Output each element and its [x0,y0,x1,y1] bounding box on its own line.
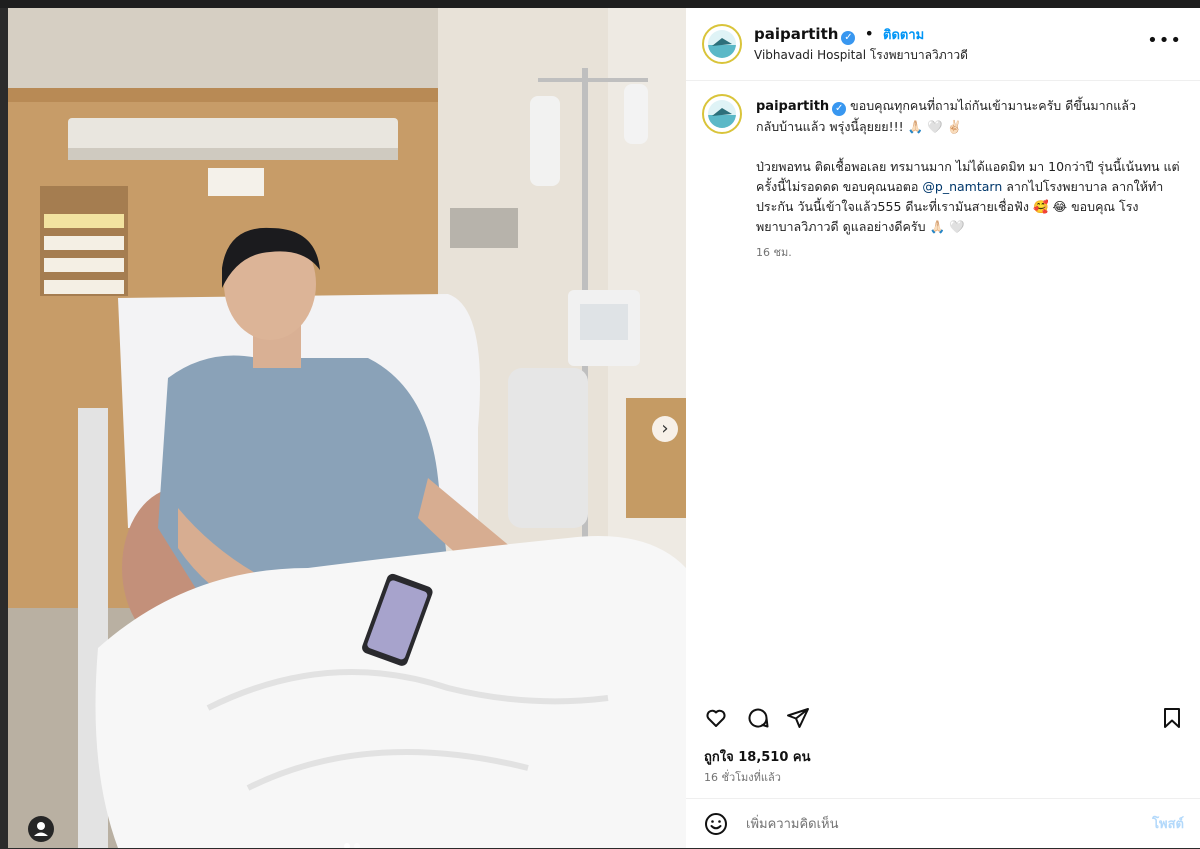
tagged-users-button[interactable] [28,816,54,842]
carousel-next-button[interactable]: › [652,416,678,442]
follow-button[interactable]: ติดตาม [883,28,924,43]
comment-icon [748,708,769,728]
caption-username[interactable]: paipartith [756,99,829,114]
header-username[interactable]: paipartith [754,25,838,43]
action-bar [686,698,1200,738]
comment-button[interactable] [746,706,770,734]
save-button[interactable] [1160,706,1184,734]
browser-top-strip [0,0,1200,8]
emoji-button[interactable] [704,812,728,840]
likes-count[interactable]: ถูกใจ 18,510 คน [704,746,811,767]
comment-input[interactable] [744,813,1128,835]
hospital-room-photo [8,8,686,848]
post-comment-button[interactable]: โพสต์ [1152,813,1184,834]
carousel-dot-active [344,843,350,848]
emoji-icon [705,813,727,835]
more-horizontal-icon: ••• [1147,30,1182,51]
share-button[interactable] [786,706,810,734]
bookmark-icon [1164,708,1180,728]
verified-badge-icon: ✓ [841,31,856,45]
avatar[interactable] [702,24,742,64]
heart-icon [706,709,726,727]
user-icon [34,822,48,836]
caption-avatar[interactable] [702,94,742,134]
post-header: paipartith ✓ • ติดตาม Vibhavadi Hospital … [686,8,1200,81]
caption-line-1: ขอบคุณทุกคนที่ถามไถ่กันเข้ามานะครับ ดีขึ… [850,98,1136,113]
more-options-button[interactable]: ••• [1147,30,1182,51]
carousel-dot [354,843,360,848]
verified-badge-icon: ✓ [832,102,847,116]
mention-link[interactable]: @p_namtarn [922,179,1002,194]
location-link[interactable]: Vibhavadi Hospital โรงพยาบาลวิภาวดี [754,46,968,65]
caption-timestamp: 16 ชม. [756,246,792,259]
comment-bar: โพสต์ [686,798,1200,849]
post-photo[interactable]: › [8,8,686,848]
like-button[interactable] [704,706,728,734]
separator: • [864,24,874,43]
posted-time: 16 ชั่วโมงที่แล้ว [704,771,781,784]
post-detail-panel: paipartith ✓ • ติดตาม Vibhavadi Hospital … [686,8,1200,848]
caption-line-2: กลับบ้านแล้ว พรุ่งนี้ลุยยย!!! 🙏🏻 🤍 ✌🏻 [756,119,963,134]
post-caption: paipartith ✓ ขอบคุณทุกคนที่ถามไถ่กันเข้าม… [756,96,1181,263]
carousel-indicator [342,834,362,848]
chevron-right-icon: › [661,418,669,439]
send-icon [787,708,809,728]
